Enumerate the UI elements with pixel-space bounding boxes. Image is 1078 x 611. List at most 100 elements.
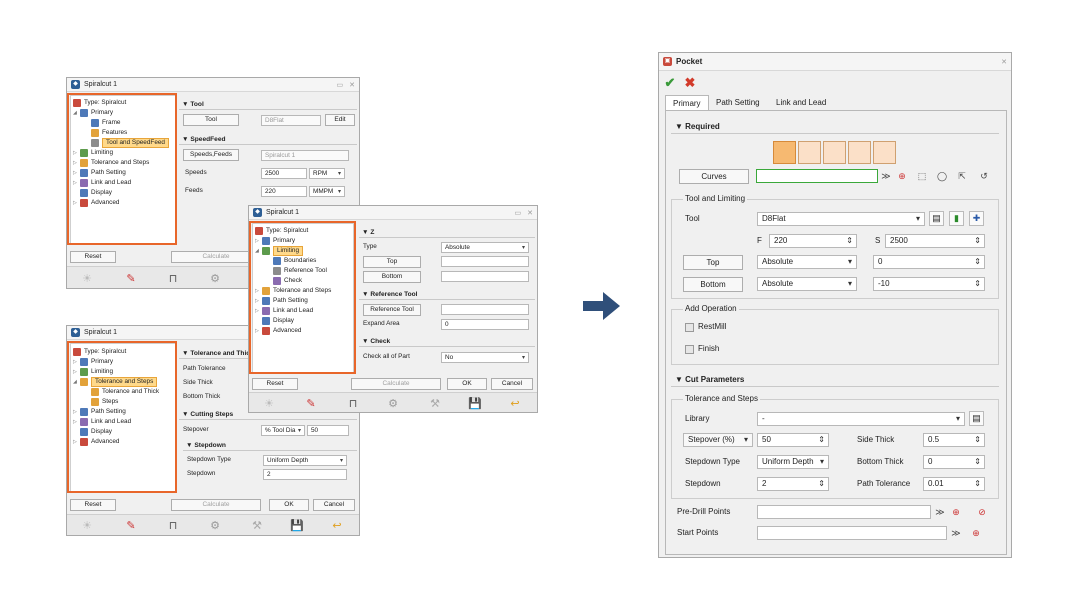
start-expand-icon[interactable]: ≫ [949,526,963,540]
top-mode-select[interactable]: Absolute [757,255,857,269]
predrill-pick-icon[interactable]: ⊕ [949,505,963,519]
expand-icon[interactable]: ▷ [255,296,262,306]
tree-item-advanced[interactable]: ▷ Advanced [73,198,119,208]
lightbulb-icon[interactable]: ☀ [77,517,97,533]
tree-item-primary[interactable]: ▷ Primary [73,357,113,367]
tool-section-header[interactable]: ▼ Tool [179,100,357,110]
tree-item-path-setting[interactable]: ▷ Path Setting [255,296,308,306]
stepover-input[interactable]: 50 [757,433,829,447]
expand-icon[interactable]: ▷ [73,367,80,377]
top-button[interactable]: Top [363,256,421,268]
expand-icon[interactable]: ▷ [255,236,262,246]
tree-item-boundaries[interactable]: Boundaries [273,256,316,266]
expand-icon[interactable]: ▷ [255,326,262,336]
tool-library-icon[interactable]: ▤ [929,211,944,226]
ok-button[interactable]: OK [269,499,309,511]
tree-item-limiting[interactable]: ▷ Limiting [73,367,113,377]
zoom-icon[interactable]: ◯ [935,169,949,183]
reference-tool-header[interactable]: ▼ Reference Tool [359,290,535,300]
tree-item-tol-thick[interactable]: Tolerance and Thick [91,387,159,397]
tree-item-link-lead[interactable]: ▷ Link and Lead [255,306,313,316]
curves-button[interactable]: Curves [679,169,749,184]
save-icon[interactable]: 💾 [287,517,307,533]
stepdown-type-select[interactable]: Uniform Depth [757,455,829,469]
check-section-header[interactable]: ▼ Check [359,337,535,347]
restore-icon[interactable]: ▭ [515,209,522,217]
tree-item-display[interactable]: Display [73,188,112,198]
expand-icon[interactable]: ▷ [255,306,262,316]
expand-icon[interactable]: ▷ [73,437,80,447]
path-tolerance-input[interactable]: 0.01 [923,477,985,491]
bottom-mode-select[interactable]: Absolute [757,277,857,291]
tree-item-link-lead[interactable]: ▷ Link and Lead [73,417,131,427]
reference-tool-input[interactable] [441,304,529,315]
library-icon[interactable]: ▤ [969,411,984,426]
bottom-button[interactable]: Bottom [363,271,421,283]
reference-tool-button[interactable]: Reference Tool [363,304,421,316]
expand-icon[interactable]: ▷ [73,178,80,188]
collapse-icon[interactable]: ◢ [255,246,262,256]
spiral-pattern-icon[interactable] [773,141,796,164]
exit-icon[interactable]: ↩ [327,517,347,533]
tree-item-tolerance[interactable]: ◢ Tolerance and Steps [73,377,158,387]
bottom-thick-input[interactable]: 0 [923,455,985,469]
tab-link-lead[interactable]: Link and Lead [769,95,833,110]
speed-input[interactable]: 2500 [885,234,985,248]
zigzag-pattern-icon[interactable] [798,141,821,164]
tree-item-tool-speedfeed[interactable]: Tool and SpeedFeed [91,138,169,148]
simulate-icon[interactable]: ⚙ [383,395,403,411]
cancel-button[interactable]: Cancel [491,378,533,390]
simulate-icon[interactable]: ⚙ [205,270,225,286]
calculate-button[interactable]: Calculate [171,499,261,511]
expand-icon[interactable]: ▷ [73,158,80,168]
tool-edit-icon[interactable]: ▮ [949,211,964,226]
top-button[interactable]: Top [683,255,743,270]
feeds-unit-select[interactable]: MMPM [309,186,345,197]
reset-button[interactable]: Reset [70,251,116,263]
ok-button[interactable]: OK [447,378,487,390]
edit-pen-icon[interactable]: ✎ [301,395,321,411]
finish-checkbox[interactable] [685,345,694,354]
predrill-expand-icon[interactable]: ≫ [933,505,947,519]
ok-check-icon[interactable]: ✔ [663,75,677,90]
bottom-input[interactable] [441,271,529,282]
tool-select[interactable]: D8Flat [757,212,925,226]
parallel-pattern-icon[interactable] [823,141,846,164]
reverse-icon[interactable]: ↺ [977,169,991,183]
tree-item-type[interactable]: Type: Spiralcut [73,347,126,357]
verify-icon[interactable]: ⚒ [247,517,267,533]
feeds-input[interactable]: 220 [261,186,307,197]
tree-item-steps[interactable]: Steps [91,397,118,407]
side-thick-input[interactable]: 0.5 [923,433,985,447]
expand-icon[interactable]: ▷ [73,417,80,427]
start-points-input[interactable] [757,526,947,540]
cut-parameters-header[interactable]: ▼ Cut Parameters [671,373,999,387]
tree-item-path-setting[interactable]: ▷ Path Setting [73,168,126,178]
collapse-icon[interactable]: ◢ [73,108,80,118]
tree-item-limiting[interactable]: ▷ Limiting [73,148,113,158]
toolpath-icon[interactable]: ⊓ [163,517,183,533]
toolpath-icon[interactable]: ⊓ [343,395,363,411]
expand-area-input[interactable]: 0 [441,319,529,330]
select-arrow-icon[interactable]: ⇱ [955,169,969,183]
simulate-icon[interactable]: ⚙ [205,517,225,533]
expand-down-icon[interactable]: ≫ [879,169,893,183]
predrill-points-input[interactable] [757,505,931,519]
tree-item-display[interactable]: Display [255,316,294,326]
tree-item-advanced[interactable]: ▷ Advanced [73,437,119,447]
save-icon[interactable]: 💾 [465,395,485,411]
expand-icon[interactable]: ▷ [73,168,80,178]
lightbulb-icon[interactable]: ☀ [259,395,279,411]
reset-button[interactable]: Reset [70,499,116,511]
top-input[interactable]: 0 [873,255,985,269]
expand-icon[interactable]: ▷ [255,286,262,296]
bottom-input[interactable]: -10 [873,277,985,291]
top-input[interactable] [441,256,529,267]
close-icon[interactable]: ✕ [349,81,355,89]
start-pick-icon[interactable]: ⊕ [969,526,983,540]
toolpath-icon[interactable]: ⊓ [163,270,183,286]
exit-icon[interactable]: ↩ [505,395,525,411]
stepover-mode-select[interactable]: Stepover (%) [683,433,753,447]
library-select[interactable]: - [757,412,965,426]
bottom-button[interactable]: Bottom [683,277,743,292]
